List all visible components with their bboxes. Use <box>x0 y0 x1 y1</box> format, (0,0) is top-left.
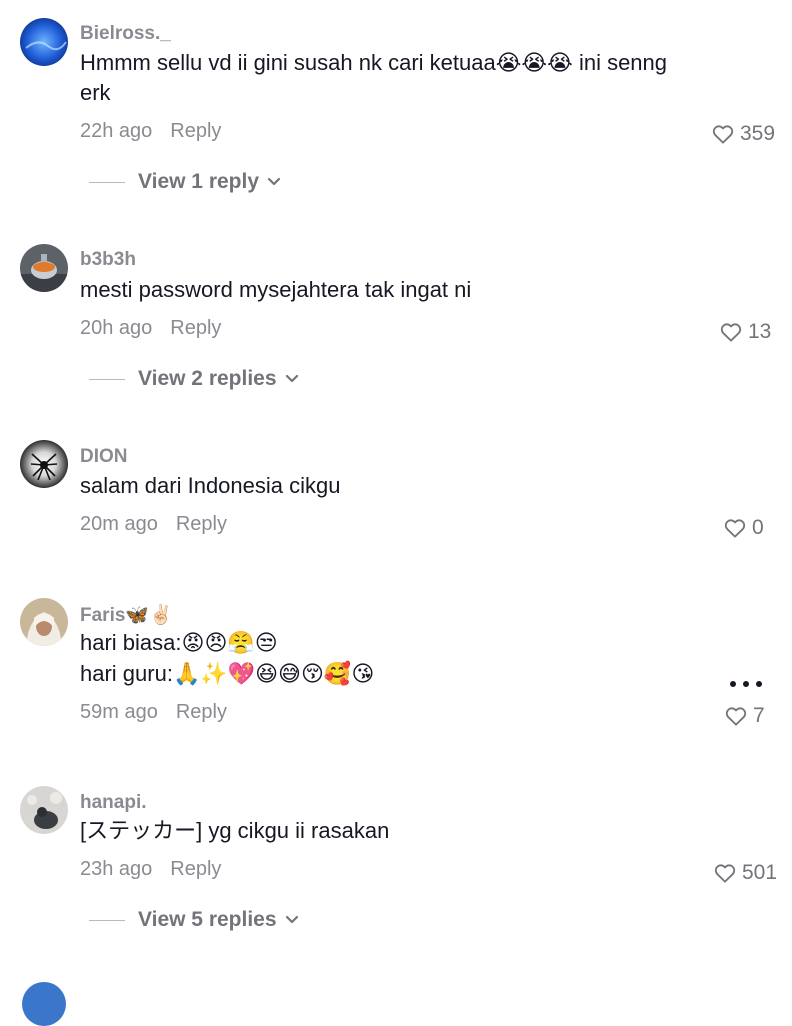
avatar[interactable] <box>22 982 66 1026</box>
chevron-down-icon <box>285 915 298 924</box>
view-replies-label: View 2 replies <box>138 367 277 390</box>
comment-timestamp: 20h ago <box>80 317 153 339</box>
chevron-down-icon <box>267 177 281 186</box>
comment-meta: 20h ago Reply <box>80 317 221 340</box>
view-replies-button[interactable]: View 2 replies <box>89 367 299 391</box>
like-button[interactable]: 359 <box>712 122 775 146</box>
reply-button[interactable]: Reply <box>170 317 221 339</box>
comment-text-line: hari biasa:😡😠😤😒 <box>80 630 278 655</box>
comment-username[interactable]: DION <box>80 446 128 468</box>
like-count: 0 <box>752 516 764 539</box>
like-button[interactable]: 0 <box>724 516 764 540</box>
comment-meta: 23h ago Reply <box>80 858 221 881</box>
avatar[interactable] <box>20 244 68 292</box>
like-count: 13 <box>748 320 772 343</box>
comment-username[interactable]: hanapi. <box>80 792 147 814</box>
comment-meta: 22h ago Reply <box>80 120 221 143</box>
divider-line <box>89 378 125 380</box>
avatar[interactable] <box>20 598 68 646</box>
comment-username[interactable]: b3b3h <box>80 249 136 271</box>
comment-timestamp: 59m ago <box>80 701 158 723</box>
like-count: 359 <box>740 122 776 145</box>
avatar[interactable] <box>20 786 68 834</box>
heart-outline-icon <box>712 125 734 144</box>
divider-line <box>89 919 125 921</box>
divider-line <box>89 181 125 183</box>
comment-text: mesti password mysejahtera tak ingat ni <box>80 277 472 302</box>
comment-username[interactable]: Faris🦋✌🏻 <box>80 603 173 627</box>
comment-meta: 59m ago Reply <box>80 701 227 724</box>
avatar[interactable] <box>20 18 68 66</box>
reply-button[interactable]: Reply <box>170 858 221 880</box>
comment-username[interactable]: Bielross._ <box>80 23 171 45</box>
comment-text: [ステッカー] yg cikgu ii rasakan <box>80 818 390 843</box>
like-button[interactable]: 13 <box>720 320 771 344</box>
more-horizontal-icon[interactable] <box>729 677 763 691</box>
view-replies-label: View 1 reply <box>138 170 260 193</box>
heart-outline-icon <box>724 519 746 538</box>
avatar[interactable] <box>20 440 68 488</box>
comment-timestamp: 22h ago <box>80 120 153 142</box>
like-button[interactable]: 501 <box>714 861 777 885</box>
heart-outline-icon <box>714 864 736 883</box>
comment-timestamp: 20m ago <box>80 513 158 535</box>
view-replies-button[interactable]: View 5 replies <box>89 908 299 932</box>
heart-outline-icon <box>725 707 747 726</box>
reply-button[interactable]: Reply <box>176 701 227 723</box>
heart-outline-icon <box>720 323 742 342</box>
view-replies-button[interactable]: View 1 reply <box>89 170 281 194</box>
view-replies-label: View 5 replies <box>138 908 277 931</box>
comment-text: Hmmm sellu vd ii gini susah nk cari ketu… <box>80 50 668 105</box>
reply-button[interactable]: Reply <box>176 513 227 535</box>
comment-meta: 20m ago Reply <box>80 513 227 536</box>
like-count: 501 <box>742 861 778 884</box>
comment-timestamp: 23h ago <box>80 858 153 880</box>
reply-button[interactable]: Reply <box>170 120 221 142</box>
chevron-down-icon <box>285 374 298 383</box>
like-button[interactable]: 7 <box>725 704 765 728</box>
comment-text-line: hari guru:🙏✨💖😆😅😚🥰😘 <box>80 661 375 686</box>
comment-text: salam dari Indonesia cikgu <box>80 473 341 498</box>
like-count: 7 <box>753 704 765 727</box>
